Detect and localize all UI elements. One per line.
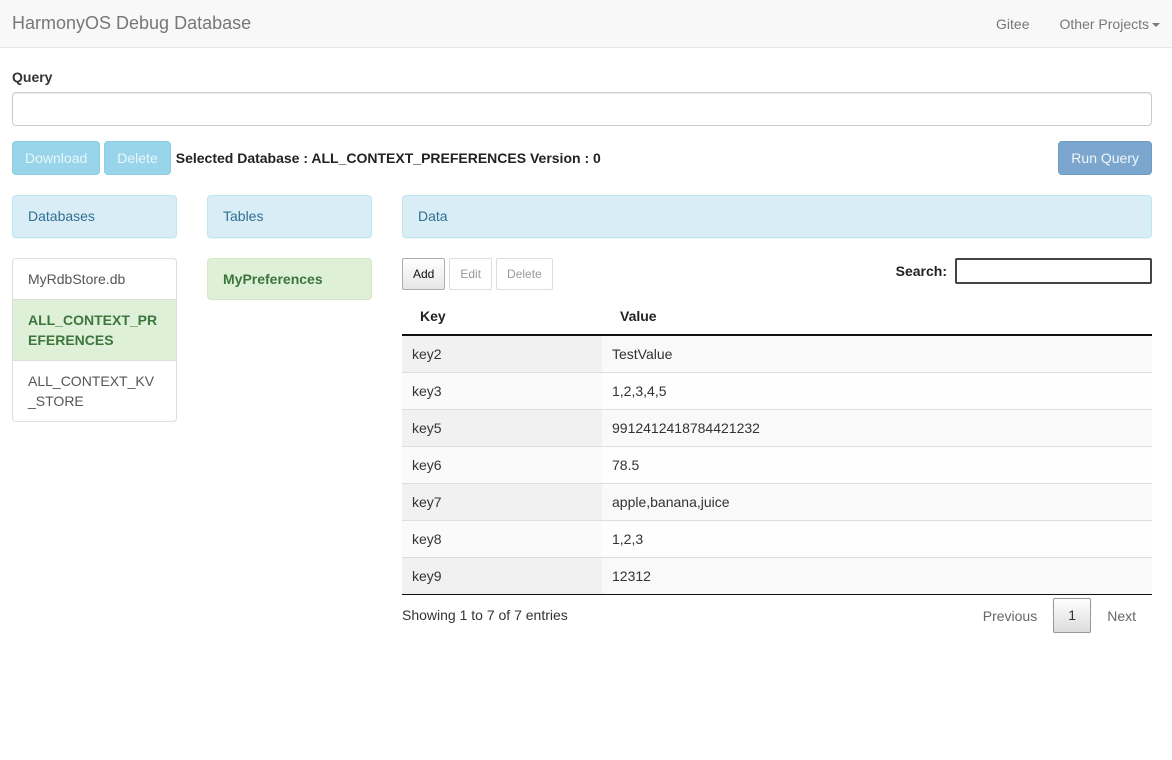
selected-database-info: Selected Database : ALL_CONTEXT_PREFEREN… [175, 150, 601, 166]
cell-key: key3 [402, 371, 602, 409]
cell-value: apple,banana,juice [602, 482, 1152, 520]
gitee-link[interactable]: Gitee [996, 16, 1029, 32]
cell-value: 78.5 [602, 445, 1152, 483]
brand-link[interactable]: HarmonyOS Debug Database [12, 13, 251, 34]
search-input[interactable] [955, 258, 1152, 284]
delete-database-button[interactable]: Delete [104, 141, 171, 175]
data-panel-heading: Data [402, 195, 1152, 238]
tables-panel-heading: Tables [207, 195, 372, 238]
cell-key: key8 [402, 519, 602, 557]
table-row[interactable]: key5 9912412418784421232 [402, 408, 1152, 446]
cell-value: 1,2,3 [602, 519, 1152, 557]
cell-value: TestValue [602, 335, 1152, 372]
cell-value: 12312 [602, 556, 1152, 595]
previous-page-button[interactable]: Previous [967, 608, 1053, 624]
table-item-active[interactable]: MyPreferences [207, 258, 372, 300]
navbar: HarmonyOS Debug Database Gitee Other Pro… [0, 0, 1172, 48]
delete-row-button[interactable]: Delete [496, 258, 553, 290]
other-projects-dropdown[interactable]: Other Projects [1060, 16, 1160, 32]
nav-links: Gitee Other Projects [966, 16, 1160, 32]
table-row[interactable]: key8 1,2,3 [402, 519, 1152, 557]
databases-panel-heading: Databases [12, 195, 177, 238]
table-row[interactable]: key9 12312 [402, 556, 1152, 595]
download-button[interactable]: Download [12, 141, 101, 175]
data-table: Key Value key2 TestValue key3 1,2,3,4,5 … [402, 297, 1152, 595]
data-actions: Add Edit Delete [402, 258, 557, 290]
table-row[interactable]: key2 TestValue [402, 335, 1152, 372]
column-header-value[interactable]: Value [602, 297, 1152, 336]
query-input[interactable] [12, 92, 1152, 126]
next-page-button[interactable]: Next [1091, 608, 1152, 624]
edit-row-button[interactable]: Edit [449, 258, 493, 290]
cell-key: key2 [402, 335, 602, 372]
cell-key: key9 [402, 556, 602, 595]
add-row-button[interactable]: Add [402, 258, 446, 290]
tables-list: MyPreferences [207, 258, 372, 300]
database-item[interactable]: ALL_CONTEXT_KV_STORE [12, 360, 177, 422]
table-row[interactable]: key7 apple,banana,juice [402, 482, 1152, 520]
table-row[interactable]: key3 1,2,3,4,5 [402, 371, 1152, 409]
cell-key: key5 [402, 408, 602, 446]
cell-key: key6 [402, 445, 602, 483]
table-info: Showing 1 to 7 of 7 entries [402, 607, 568, 623]
table-header-row: Key Value [402, 297, 1152, 336]
caret-down-icon [1152, 22, 1160, 27]
page-1-button[interactable]: 1 [1053, 598, 1092, 633]
query-toolbar: Download Delete Selected Database : ALL_… [12, 141, 601, 175]
cell-value: 1,2,3,4,5 [602, 371, 1152, 409]
cell-key: key7 [402, 482, 602, 520]
other-projects-label: Other Projects [1059, 15, 1149, 32]
cell-value: 9912412418784421232 [602, 408, 1152, 446]
search-box: Search: [896, 258, 1152, 284]
databases-list: MyRdbStore.db ALL_CONTEXT_PREFERENCES AL… [12, 258, 177, 422]
database-item[interactable]: MyRdbStore.db [12, 258, 177, 300]
query-label: Query [12, 69, 53, 85]
search-label: Search: [895, 263, 947, 279]
table-row[interactable]: key6 78.5 [402, 445, 1152, 483]
pagination: Previous 1 Next [967, 598, 1152, 633]
column-header-key[interactable]: Key [402, 297, 602, 336]
run-query-button[interactable]: Run Query [1058, 141, 1152, 175]
database-item-active[interactable]: ALL_CONTEXT_PREFERENCES [12, 299, 177, 361]
